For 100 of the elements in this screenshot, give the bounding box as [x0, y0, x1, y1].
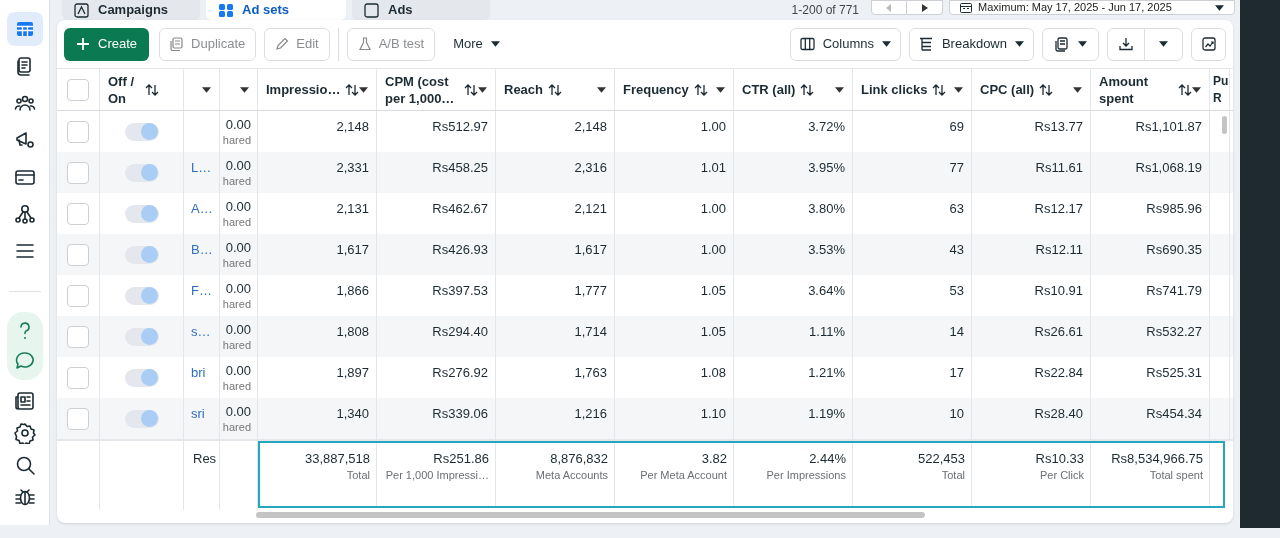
ad-set-link[interactable]: L… — [191, 158, 212, 178]
column-header[interactable]: CPC (all) — [980, 81, 1035, 98]
table-cell-text: Rs426.93 — [432, 241, 488, 259]
summary-caption: Meta Accounts — [535, 468, 608, 482]
column-menu[interactable] — [240, 86, 249, 93]
summary-caption: Total spent — [1149, 468, 1203, 482]
row-checkbox[interactable] — [67, 284, 89, 307]
right-arrow-icon — [921, 3, 928, 12]
copy-icon — [170, 37, 185, 51]
toggle-switch[interactable] — [124, 368, 159, 387]
scrollbar[interactable] — [256, 512, 925, 518]
column-header[interactable]: Amount spent — [1099, 72, 1173, 107]
caret-icon — [881, 41, 891, 47]
table-cell-text: Rs339.06 — [432, 405, 488, 423]
columns-button[interactable]: Columns — [789, 27, 901, 61]
table-cell-text: Rs10.91 — [1034, 282, 1083, 300]
table-cell-text: 3.72% — [808, 118, 845, 136]
column-menu[interactable] — [202, 86, 211, 93]
date-range-button[interactable]: Maximum: May 17, 2025 - Jun 17, 2025 — [949, 0, 1235, 15]
row-checkbox[interactable] — [67, 161, 89, 184]
ad-set-link[interactable]: F… — [191, 281, 212, 301]
create-button[interactable]: Create — [64, 27, 150, 61]
row-checkbox[interactable] — [67, 407, 89, 430]
table-cell-text: 3.95% — [808, 159, 845, 177]
table-cell-text: Rs294.40 — [432, 323, 488, 341]
table-nav-button[interactable] — [6, 12, 43, 46]
caret-icon — [1073, 86, 1082, 93]
sort-icon — [693, 83, 708, 96]
column-header[interactable]: CPM (cost per 1,000… — [385, 72, 459, 107]
table-cell-text: Rs11.61 — [1035, 159, 1083, 177]
column-header[interactable]: Reach — [504, 81, 544, 98]
column-header[interactable]: Impressio… — [266, 81, 341, 98]
table-cell-text: 1,777 — [574, 282, 607, 300]
row-checkbox[interactable] — [67, 202, 89, 225]
more-dropdown[interactable]: More — [443, 27, 510, 61]
budget-amount: 0.00 — [225, 363, 251, 379]
reports-dropdown[interactable] — [1042, 27, 1099, 61]
sort-icon — [464, 83, 478, 96]
summary-value: 522,453 — [918, 450, 965, 468]
table-cell-text: 1.19% — [808, 405, 845, 423]
ad-set-link[interactable]: sri — [191, 404, 205, 424]
plus-icon — [76, 37, 90, 51]
row-checkbox[interactable] — [67, 243, 89, 266]
ad-set-link[interactable]: s… — [191, 322, 211, 342]
scrollbar[interactable] — [1222, 116, 1227, 134]
summary-value: Rs251.86 — [433, 450, 489, 468]
column-header[interactable]: Frequency — [623, 81, 689, 98]
table-cell-text: 3.53% — [808, 241, 845, 259]
table-cell-text: 1.00 — [700, 118, 726, 136]
documents-icon — [1054, 36, 1070, 52]
ad-set-link[interactable]: A… — [191, 199, 213, 219]
settings-icon — [13, 421, 36, 444]
table-cell-text: 2,331 — [336, 159, 369, 177]
megaphone-icon — [13, 129, 36, 151]
breakdown-button[interactable]: Breakdown — [908, 27, 1034, 61]
toggle-switch[interactable] — [124, 163, 159, 182]
toggle-switch[interactable] — [124, 122, 159, 141]
budget-type: hared — [222, 420, 251, 434]
ad-set-link[interactable]: bri — [191, 363, 206, 383]
table-cell-text: 1.00 — [700, 241, 726, 259]
row-checkbox[interactable] — [67, 325, 89, 348]
select-all-checkbox[interactable] — [67, 78, 89, 101]
next-page-button[interactable] — [907, 0, 943, 15]
summary-caption: Per Click — [1040, 468, 1084, 482]
toggle-switch[interactable] — [124, 204, 159, 223]
caret-icon — [202, 86, 211, 93]
summary-label: Res — [193, 450, 217, 468]
column-header[interactable]: CTR (all) — [742, 81, 796, 98]
summary-caption: Total — [346, 468, 370, 482]
caret-icon — [1159, 41, 1168, 47]
column-header[interactable]: Link clicks — [861, 81, 928, 98]
table-cell-text: 1,216 — [574, 405, 607, 423]
sort-icon — [1178, 83, 1192, 96]
column-header[interactable]: Pu R — [1213, 72, 1229, 107]
summary-value: 3.82 — [701, 450, 727, 468]
budget-type: hared — [222, 133, 251, 147]
table-cell-text: 2,148 — [574, 118, 607, 136]
row-checkbox[interactable] — [67, 366, 89, 389]
summary-value: 33,887,518 — [304, 450, 370, 468]
flask-icon — [357, 37, 372, 51]
caret-icon — [954, 86, 963, 93]
toggle-switch[interactable] — [124, 245, 159, 264]
tab[interactable]: Campaigns — [62, 0, 200, 20]
table-cell-text: 17 — [949, 364, 964, 382]
sort-icon — [345, 83, 360, 96]
table-cell-text: 2,316 — [574, 159, 607, 177]
table-cell-text: 77 — [949, 159, 964, 177]
ad-set-link[interactable]: B… — [191, 240, 213, 260]
toggle-switch[interactable] — [124, 327, 159, 346]
column-header[interactable]: Off / On — [108, 72, 140, 107]
row-checkbox[interactable] — [67, 120, 89, 143]
tab[interactable]: Ads — [352, 0, 490, 20]
table-cell-text: 43 — [949, 241, 964, 259]
table-cell-text: Rs525.31 — [1146, 364, 1202, 382]
toggle-switch[interactable] — [124, 409, 159, 428]
budget-type: hared — [222, 297, 251, 311]
chart-button[interactable] — [1191, 27, 1226, 61]
table-cell-text: 1,617 — [336, 241, 369, 259]
toggle-switch[interactable] — [124, 286, 159, 305]
tab[interactable]: Ad sets — [206, 0, 346, 20]
